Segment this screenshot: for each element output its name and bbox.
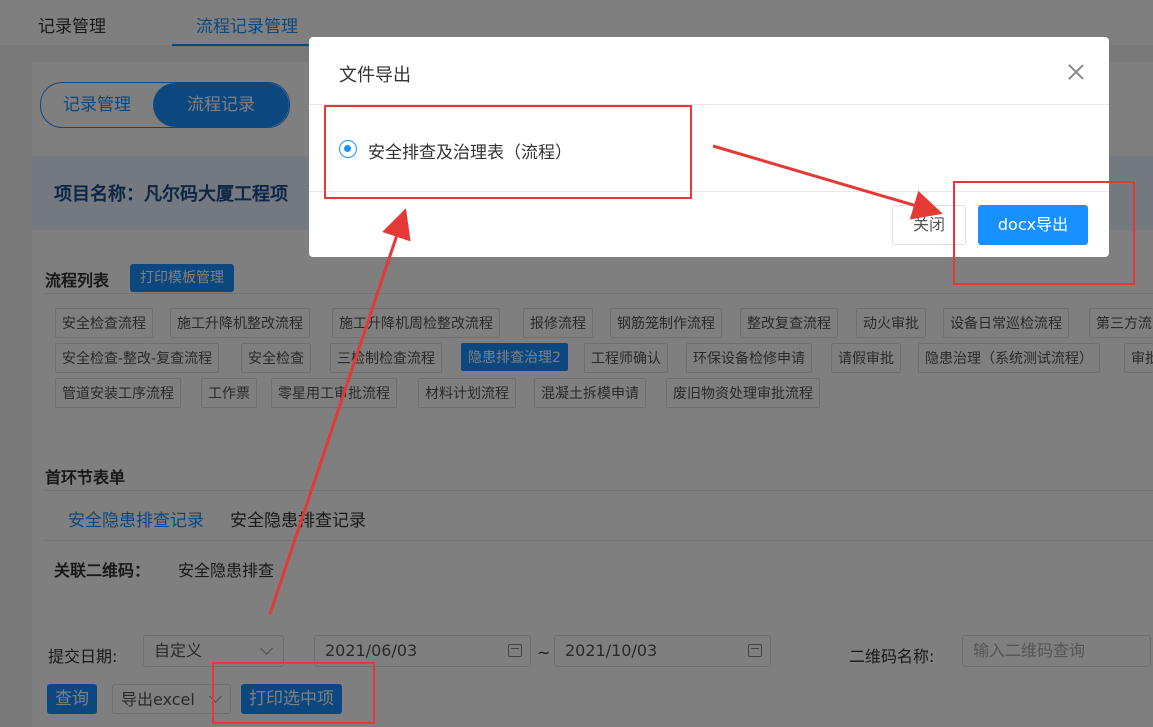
dialog-title: 文件导出: [339, 65, 411, 86]
annotation-box-export: [953, 181, 1135, 285]
annotation-box-print: [212, 662, 375, 724]
close-icon[interactable]: [1061, 57, 1091, 87]
annotation-box-option: [324, 105, 692, 199]
page: 记录管理 流程记录管理 记录管理 流程记录 项目名称：凡尔码大厦工程项 流程列表…: [0, 0, 1153, 727]
